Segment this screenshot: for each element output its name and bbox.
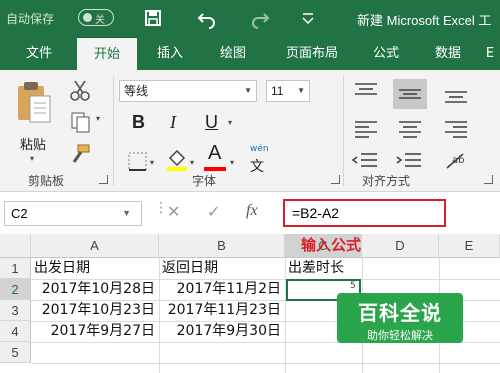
tab-file[interactable]: 文件 [10,37,68,70]
underline-button[interactable]: U [205,112,218,133]
font-name-select[interactable]: 等线 ▼ [119,80,257,102]
alignment-group-label: 对齐方式 [362,174,411,188]
watermark-logo: 百科全说 助你轻松解决 [337,293,463,343]
cut-icon[interactable] [68,78,92,102]
copy-dropdown-arrow[interactable]: ▾ [96,114,100,123]
undo-icon[interactable] [195,6,219,30]
horizontal-align-buttons[interactable] [349,114,485,144]
cell-a4[interactable]: 2017年9月27日 [31,321,159,342]
select-all-corner[interactable] [0,234,31,258]
customize-quick-access-icon[interactable] [296,6,320,30]
bold-button[interactable]: B [132,112,145,133]
tab-insert[interactable]: 插入 [144,37,196,70]
cell-a3[interactable]: 2017年10月23日 [31,300,159,321]
ribbon-separator [343,76,344,186]
format-painter-icon[interactable] [68,142,92,166]
watermark-subtitle: 助你轻松解决 [367,329,433,342]
font-group-label: 字体 [192,174,217,188]
tab-home[interactable]: 开始 [77,37,137,70]
autosave-state: 关 [95,15,105,26]
row-header-2[interactable]: 2 [0,279,31,300]
phonetic-guide-button[interactable]: 文 [250,156,264,176]
paste-icon[interactable] [12,78,56,126]
document-title: 新建 Microsoft Excel 工 [357,13,492,28]
copy-icon[interactable] [68,110,92,134]
name-box[interactable]: C2 ▼ [4,201,142,226]
cell-a1[interactable]: 出发日期 [34,258,158,279]
row-header-5[interactable]: 5 [0,342,31,363]
cell-b1[interactable]: 返回日期 [162,258,284,279]
column-header-b[interactable]: B [159,234,285,258]
phonetic-guide-top[interactable]: wén [250,144,269,154]
ribbon-separator [113,76,114,186]
save-icon[interactable] [141,6,165,30]
font-name-value: 等线 [124,84,149,98]
autosave-label: 自动保存 [6,12,55,26]
autosave-toggle[interactable]: 关 [78,9,114,26]
tab-formulas[interactable]: 公式 [362,37,410,70]
cell-c1[interactable]: 出差时长 [288,258,361,279]
font-size-select[interactable]: 11 ▼ [266,80,310,102]
column-header-d[interactable]: D [362,234,439,258]
italic-button[interactable]: I [170,112,176,133]
row-header-4[interactable]: 4 [0,321,31,342]
insert-function-button[interactable]: fx [246,202,258,220]
cell-b3[interactable]: 2017年11月23日 [159,300,285,321]
chevron-down-icon: ▼ [122,208,131,218]
font-color-dropdown-arrow[interactable]: ▾ [230,158,234,167]
redo-icon[interactable] [248,6,272,30]
row-header-1[interactable]: 1 [0,258,31,279]
clipboard-group-label: 剪贴板 [28,174,65,188]
borders-icon[interactable] [126,150,152,174]
gridline [31,363,500,364]
fill-color-dropdown-arrow[interactable]: ▾ [190,158,194,167]
gridline [285,258,286,373]
indent-orientation-buttons[interactable]: ab [349,148,485,174]
ribbon-tabs: 文件 开始 插入 绘图 页面布局 公式 数据 E [0,37,500,70]
fill-color-icon[interactable] [165,146,189,172]
cell-b2[interactable]: 2017年11月2日 [159,279,285,300]
cell-b4[interactable]: 2017年9月30日 [159,321,285,342]
clipboard-launcher[interactable] [99,175,108,184]
chevron-down-icon: ▼ [244,86,252,95]
tab-more[interactable]: E [480,37,500,70]
watermark-title: 百科全说 [358,301,442,325]
font-color-swatch [204,167,226,171]
annotation-label: 输入公式 [301,236,362,254]
column-header-a[interactable]: A [31,234,159,258]
font-launcher[interactable] [331,175,340,184]
underline-dropdown-arrow[interactable]: ▾ [228,118,232,127]
borders-dropdown-arrow[interactable]: ▾ [150,158,154,167]
font-color-button[interactable]: A [208,142,221,165]
paste-dropdown-arrow[interactable]: ▾ [30,154,34,163]
toggle-knob [83,13,92,22]
svg-text:ab: ab [452,155,464,166]
font-size-value: 11 [271,84,284,98]
tab-page-layout[interactable]: 页面布局 [274,37,350,70]
tab-data[interactable]: 数据 [422,37,474,70]
name-box-value: C2 [11,206,28,221]
row-header-3[interactable]: 3 [0,300,31,321]
drag-handle-icon[interactable]: ⋮ [154,200,168,216]
ribbon: 粘贴 ▾ ▾ 剪贴板 等线 ▼ 11 ▼ B I U ▾ ▾ ▾ A ▾ wén… [0,70,500,192]
enter-icon[interactable]: ✓ [207,202,220,221]
cancel-icon[interactable]: ✕ [167,202,180,221]
alignment-launcher[interactable] [484,175,493,184]
vertical-align-buttons[interactable] [349,78,485,110]
paste-button-label[interactable]: 粘贴 [20,134,46,153]
cell-c2-value: 5 [350,281,356,291]
cell-a2[interactable]: 2017年10月28日 [31,279,159,300]
chevron-down-icon: ▼ [297,86,305,95]
formula-input[interactable]: =B2-A2 [283,199,446,227]
column-header-e[interactable]: E [439,234,500,258]
title-bar: 自动保存 关 新建 Microsoft Excel 工 [0,0,500,37]
tab-draw[interactable]: 绘图 [207,37,259,70]
